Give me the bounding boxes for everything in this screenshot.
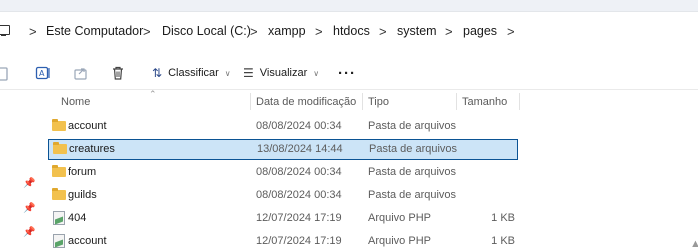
file-name: forum [68, 166, 97, 178]
breadcrumb-htdocs[interactable]: htdocs [333, 24, 370, 38]
file-name: 404 [68, 212, 87, 224]
column-divider[interactable] [519, 93, 520, 110]
column-divider[interactable] [456, 93, 457, 110]
chevron-down-icon: ∨ [313, 68, 320, 78]
file-name: account [68, 120, 107, 132]
chevron-right-icon[interactable]: > [315, 24, 323, 39]
chevron-right-icon[interactable]: > [445, 24, 453, 39]
file-date: 13/08/2024 14:44 [257, 143, 343, 155]
sort-button[interactable]: ⇅ Classificar ∨ [152, 65, 231, 81]
folder-icon [52, 119, 66, 131]
file-size: 1 KB [491, 212, 515, 224]
sort-arrows-icon: ⇅ [152, 66, 163, 80]
column-header-date[interactable]: Data de modificação [256, 96, 356, 108]
file-row[interactable]: 404 12/07/2024 17:19 Arquivo PHP 1 KB [48, 208, 518, 229]
chevron-right-icon[interactable]: > [29, 24, 37, 39]
column-divider[interactable] [362, 93, 363, 110]
file-type: Arquivo PHP [368, 235, 431, 247]
view-button[interactable]: ☰ Visualizar ∨ [243, 65, 319, 81]
file-size: 1 KB [491, 235, 515, 247]
view-list-icon: ☰ [243, 66, 254, 80]
chevron-down-icon: ∨ [224, 68, 231, 78]
share-icon[interactable] [73, 65, 89, 81]
navigation-pane: 📌 📌 📌 [0, 91, 38, 250]
file-date: 12/07/2024 17:19 [256, 212, 342, 224]
column-divider[interactable] [250, 93, 251, 110]
file-row[interactable]: forum 08/08/2024 00:34 Pasta de arquivos [48, 162, 518, 183]
command-bar: A ⇅ Classificar ∨ ☰ Visualizar ∨ ··· [0, 56, 698, 90]
file-name: account [68, 235, 107, 247]
column-header-row: ⌃ Nome Data de modificação Tipo Tamanho [0, 89, 698, 113]
file-name: creatures [69, 143, 115, 155]
file-type: Pasta de arquivos [368, 189, 457, 201]
sort-indicator-icon: ⌃ [149, 89, 157, 99]
file-date: 12/07/2024 17:19 [256, 235, 342, 247]
more-options-button[interactable]: ··· [338, 65, 356, 82]
chevron-right-icon[interactable]: > [379, 24, 387, 39]
file-name: guilds [68, 189, 97, 201]
sort-label: Classificar [168, 67, 219, 79]
file-type: Pasta de arquivos [368, 120, 457, 132]
breadcrumb-system[interactable]: system [397, 24, 437, 38]
folder-icon [52, 188, 66, 200]
breadcrumb-disco-local[interactable]: Disco Local (C:) [162, 24, 251, 38]
paste-icon[interactable] [0, 65, 10, 81]
breadcrumb-xampp[interactable]: xampp [268, 24, 306, 38]
chevron-right-icon[interactable]: > [250, 24, 258, 39]
file-row[interactable]: account 12/07/2024 17:19 Arquivo PHP 1 K… [48, 231, 518, 250]
file-date: 08/08/2024 00:34 [256, 166, 342, 178]
column-header-type[interactable]: Tipo [368, 96, 389, 108]
php-file-icon [53, 211, 65, 225]
pin-icon[interactable]: 📌 [23, 203, 35, 214]
pin-icon[interactable]: 📌 [23, 227, 35, 238]
rename-icon[interactable]: A [35, 65, 51, 81]
chevron-right-icon[interactable]: > [507, 24, 515, 39]
pin-icon[interactable]: 📌 [23, 178, 35, 189]
view-label: Visualizar [259, 67, 308, 79]
folder-icon [53, 142, 67, 154]
file-type: Pasta de arquivos [369, 143, 458, 155]
breadcrumb-este-computador[interactable]: Este Computador [46, 24, 143, 38]
scroll-indicator[interactable]: ▲ [690, 238, 698, 250]
file-row[interactable]: account 08/08/2024 00:34 Pasta de arquiv… [48, 116, 518, 137]
tab-strip [0, 0, 698, 12]
file-row-selected[interactable]: creatures 13/08/2024 14:44 Pasta de arqu… [48, 139, 518, 160]
address-bar[interactable]: > Este Computador > Disco Local (C:) > x… [0, 16, 698, 48]
file-type: Pasta de arquivos [368, 166, 457, 178]
delete-icon[interactable] [110, 65, 126, 81]
file-date: 08/08/2024 00:34 [256, 120, 342, 132]
computer-icon[interactable] [0, 25, 10, 36]
column-header-size[interactable]: Tamanho [462, 96, 507, 108]
column-header-name[interactable]: Nome [61, 96, 90, 108]
php-file-icon [53, 234, 65, 248]
file-row[interactable]: guilds 08/08/2024 00:34 Pasta de arquivo… [48, 185, 518, 206]
chevron-right-icon[interactable]: > [143, 24, 151, 39]
folder-icon [52, 165, 66, 177]
file-type: Arquivo PHP [368, 212, 431, 224]
svg-text:A: A [39, 69, 45, 78]
file-date: 08/08/2024 00:34 [256, 189, 342, 201]
breadcrumb-pages[interactable]: pages [463, 24, 497, 38]
